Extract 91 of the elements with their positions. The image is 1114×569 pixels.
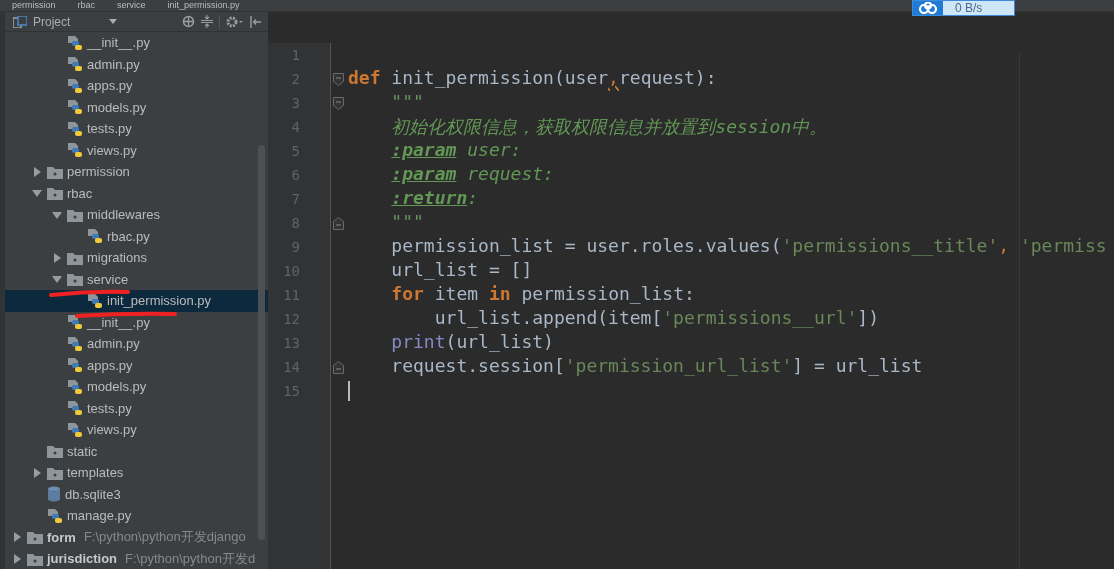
python-file-icon <box>67 421 83 438</box>
expanded-arrow-icon[interactable] <box>52 209 62 220</box>
folder-icon <box>27 530 43 545</box>
code-line: def init_permission(user,request): <box>348 67 717 88</box>
tree-item[interactable]: rbac <box>5 182 268 204</box>
tree-item[interactable]: migrations <box>5 247 268 269</box>
expanded-arrow-icon[interactable] <box>32 188 42 199</box>
project-view-icon <box>13 15 27 28</box>
fold-marker-icon[interactable] <box>333 216 344 230</box>
tree-item[interactable]: manage.py <box>5 505 268 527</box>
collapsed-arrow-icon[interactable] <box>12 553 22 564</box>
collapsed-arrow-icon[interactable] <box>32 467 42 478</box>
code-line: permission_list = user.roles.values('permissions__title', 'permiss <box>390 235 1107 256</box>
tree-item[interactable]: views.py <box>5 139 268 161</box>
locate-target-icon[interactable] <box>182 15 195 28</box>
code-line: url_list.append(item['permissions__url']) <box>433 307 880 328</box>
network-speed: 0 B/s <box>954 1 983 15</box>
tree-item[interactable]: jurisdiction F:\python\python开发d <box>5 548 268 569</box>
module-path: F:\python\python开发d <box>125 549 256 568</box>
tree-item[interactable]: db.sqlite3 <box>5 483 268 505</box>
python-file-icon <box>67 378 83 395</box>
folder-icon <box>47 164 63 179</box>
module-path: F:\python\python开发django <box>83 528 246 547</box>
tree-item[interactable]: tests.py <box>5 397 268 419</box>
collapse-all-icon[interactable] <box>201 15 213 28</box>
python-file-icon <box>67 357 83 374</box>
python-file-icon <box>67 56 83 73</box>
folder-icon <box>67 207 83 222</box>
code-line: request.session['permission_url_list'] = url_list <box>390 355 923 376</box>
python-file-icon <box>67 120 83 137</box>
fold-marker-icon[interactable] <box>333 96 344 110</box>
python-file-icon <box>67 142 83 159</box>
python-file-icon <box>67 400 83 417</box>
python-file-icon <box>47 507 63 524</box>
project-view-title[interactable]: Project <box>33 14 103 29</box>
code-line: 初始化权限信息，获取权限信息并放置到session中。 <box>390 116 828 137</box>
tree-item[interactable]: apps.py <box>5 354 268 376</box>
folder-icon <box>27 551 43 566</box>
collapsed-arrow-icon[interactable] <box>32 166 42 177</box>
tree-item[interactable]: models.py <box>5 376 268 398</box>
python-file-icon <box>67 335 83 352</box>
breadcrumb-item[interactable]: rbac <box>77 0 96 11</box>
code-line: """ <box>390 211 424 232</box>
scrollbar[interactable] <box>258 145 265 540</box>
fold-marker-icon[interactable] <box>333 72 344 86</box>
folder-icon <box>47 444 63 459</box>
dropdown-caret-icon[interactable] <box>109 19 117 24</box>
tree-item[interactable]: permission <box>5 161 268 183</box>
breadcrumb-item[interactable]: permission <box>12 0 56 11</box>
collapsed-arrow-icon[interactable] <box>52 252 62 263</box>
tree-item[interactable]: models.py <box>5 96 268 118</box>
tree-item[interactable]: admin.py <box>5 333 268 355</box>
breadcrumb-item[interactable]: init_permission.py <box>167 0 240 11</box>
tree-item[interactable]: views.py <box>5 419 268 441</box>
expanded-arrow-icon[interactable] <box>52 274 62 285</box>
python-file-icon <box>67 77 83 94</box>
folder-icon <box>67 272 83 287</box>
cloud-link-icon <box>918 2 938 14</box>
settings-icon[interactable] <box>226 15 244 28</box>
tree-item[interactable]: __init__.py <box>5 32 268 54</box>
folder-icon <box>47 186 63 201</box>
hide-panel-icon[interactable] <box>250 15 262 28</box>
code-line: :return: <box>390 187 479 208</box>
tree-item[interactable]: form F:\python\python开发django <box>5 526 268 548</box>
tree-item[interactable]: service <box>5 268 268 290</box>
python-file-icon <box>87 292 103 309</box>
tree-item[interactable]: rbac.py <box>5 225 268 247</box>
code-line: :param request: <box>390 163 554 184</box>
tree-item[interactable]: init_permission.py <box>5 290 268 312</box>
code-line: for item in permission_list: <box>390 283 695 304</box>
tree-item[interactable]: middlewares <box>5 204 268 226</box>
code-line: print(url_list) <box>390 331 554 352</box>
python-file-icon <box>87 228 103 245</box>
breadcrumb-item[interactable]: service <box>117 0 146 11</box>
folder-icon <box>67 250 83 265</box>
fold-marker-icon[interactable] <box>333 360 344 374</box>
code-line: """ <box>390 91 424 112</box>
tree-item[interactable]: __init__.py <box>5 311 268 333</box>
code-line: :param user: <box>390 139 522 160</box>
python-file-icon <box>67 99 83 116</box>
folder-icon <box>47 465 63 480</box>
tree-item[interactable]: admin.py <box>5 53 268 75</box>
tree-item[interactable]: apps.py <box>5 75 268 97</box>
python-file-icon <box>67 314 83 331</box>
database-icon <box>47 486 61 503</box>
tree-item[interactable]: static <box>5 440 268 462</box>
python-file-icon <box>67 34 83 51</box>
tree-item[interactable]: templates <box>5 462 268 484</box>
tree-item[interactable]: tests.py <box>5 118 268 140</box>
code-line: url_list = [] <box>390 259 533 280</box>
collapsed-arrow-icon[interactable] <box>12 532 22 543</box>
